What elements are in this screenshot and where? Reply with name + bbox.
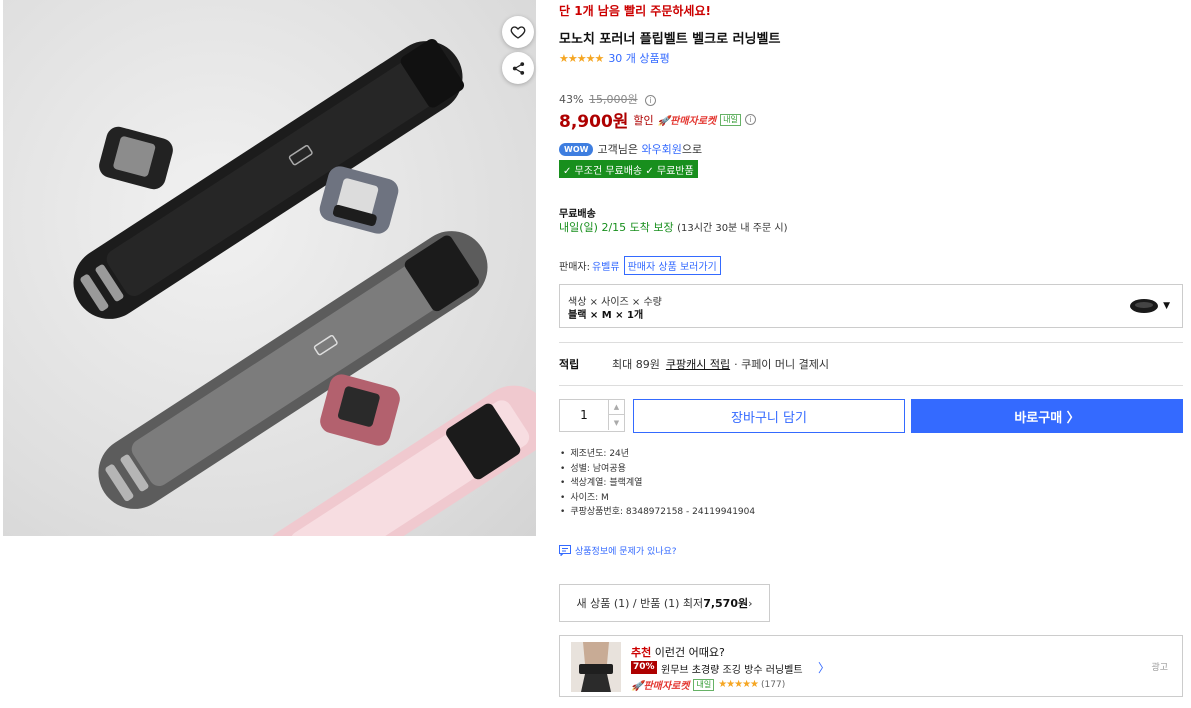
tomorrow-badge: 내일 <box>720 113 741 126</box>
wow-badge: WOW <box>559 142 594 156</box>
spec-list: 제조년도: 24년 성별: 남여공용 색상계열: 블랙계열 사이즈: M 쿠팡상… <box>559 447 755 520</box>
chevron-right-icon[interactable]: 〉 <box>818 659 830 676</box>
review-count-link[interactable]: 30 개 상품평 <box>608 50 669 66</box>
wishlist-button[interactable] <box>502 16 534 48</box>
product-photo <box>73 38 536 536</box>
spec-item: 사이즈: M <box>559 491 755 506</box>
chevron-down-icon: ▼ <box>1163 301 1170 311</box>
reward-max: 최대 89원 <box>612 358 660 371</box>
free-shipping-return-badge: ✓ 무조건 무료배송 ✓ 무료반품 <box>559 160 698 178</box>
ad-label: 광고 <box>1151 663 1168 673</box>
message-icon <box>559 545 571 556</box>
seller-products-link[interactable]: 판매자 상품 보러가기 <box>623 256 721 275</box>
ad-headline: 추천 이런건 어때요? <box>631 646 725 659</box>
reward-row: 적립 최대 89원 쿠팡캐시 적립 · 쿠페이 머니 결제시 <box>559 356 829 372</box>
report-product-info-link[interactable]: 상품정보에 문제가 있나요? <box>559 544 677 557</box>
other-offers-button[interactable]: 새 상품 (1) / 반품 (1) 최저 7,570원 › <box>559 584 770 622</box>
ad-discount-badge: 70% <box>631 661 657 674</box>
sale-label: 할인 <box>633 113 654 127</box>
seller-rocket-badge: 🚀판매자로켓 <box>631 681 690 692</box>
ad-rating-stars: ★★★★★ <box>718 679 759 690</box>
quantity-input[interactable]: 1 <box>560 400 608 431</box>
quantity-up-button[interactable]: ▲ <box>608 400 624 415</box>
heart-icon <box>510 26 526 39</box>
shipping-title: 무료배송 <box>559 209 596 220</box>
share-icon <box>512 61 524 75</box>
divider <box>559 342 1183 343</box>
delivery-eta: 내일(일) 2/15 도착 보장 (13시간 30분 내 주문 시) <box>559 221 788 234</box>
add-to-cart-button[interactable]: 장바구니 담기 <box>633 399 905 433</box>
ad-review-count: (177) <box>761 679 786 690</box>
info-icon[interactable]: i <box>645 95 657 106</box>
option-thumbnail: ▼ <box>1129 298 1170 314</box>
coupang-cash-link[interactable]: 쿠팡캐시 적립 <box>666 356 730 372</box>
rating-stars: ★★★★★ <box>559 51 604 65</box>
seller-label: 판매자: <box>559 262 590 273</box>
belt-thumbnail-icon <box>1130 299 1159 313</box>
original-price: 15,000원 <box>588 93 638 106</box>
ad-product-image <box>571 642 621 692</box>
discount-row: 43% 15,000원 i <box>559 91 657 107</box>
divider <box>559 385 1183 386</box>
seller-name-link[interactable]: 유벨류 <box>592 258 620 273</box>
buy-now-button[interactable]: 바로구매 〉 <box>911 399 1183 433</box>
wow-member-row: WOW 고객님은 와우회원으로 <box>559 141 702 157</box>
spec-item: 색상계열: 블랙계열 <box>559 476 755 491</box>
recommended-ad-card[interactable]: 추천 이런건 어때요? 70% 윈무브 초경량 조깅 방수 러닝벨트 〉 🚀판매… <box>559 635 1183 697</box>
sale-price: 8,900원 <box>559 112 629 132</box>
reward-suffix: · 쿠페이 머니 결제시 <box>734 358 830 371</box>
seller-rocket-badge: 🚀판매자로켓 <box>657 116 717 127</box>
tomorrow-badge: 내일 <box>693 678 715 691</box>
spec-item: 쿠팡상품번호: 8348972158 - 24119941904 <box>559 505 755 520</box>
option-value: 블랙 × M × 1개 <box>568 310 644 321</box>
discount-percent: 43% <box>559 93 584 106</box>
quantity-stepper[interactable]: 1 ▲ ▼ <box>559 399 625 432</box>
ad-meta: 🚀판매자로켓 내일 ★★★★★ (177) <box>631 677 785 692</box>
option-select[interactable]: 색상 × 사이즈 × 수량 블랙 × M × 1개 ▼ <box>559 284 1183 328</box>
price-row: 8,900원 할인 🚀판매자로켓 내일 i <box>559 107 756 132</box>
stock-urgency-text: 단 1개 남음 빨리 주문하세요! <box>559 4 711 18</box>
quantity-down-button[interactable]: ▼ <box>608 415 624 430</box>
seller-row: 판매자: 유벨류 판매자 상품 보러가기 <box>559 256 721 275</box>
ad-product-name[interactable]: 윈무브 초경량 조깅 방수 러닝벨트 <box>661 661 803 676</box>
spec-item: 성별: 남여공용 <box>559 462 755 477</box>
wow-text: 고객님은 와우회원으로 <box>597 143 703 156</box>
info-icon[interactable]: i <box>744 114 756 125</box>
product-image <box>3 0 536 536</box>
share-button[interactable] <box>502 52 534 84</box>
spec-item: 제조년도: 24년 <box>559 447 755 462</box>
reward-label: 적립 <box>559 358 580 371</box>
product-rating[interactable]: ★★★★★ 30 개 상품평 <box>559 50 670 66</box>
product-title: 모노치 포러너 플립벨트 벨크로 러닝벨트 <box>559 32 781 47</box>
